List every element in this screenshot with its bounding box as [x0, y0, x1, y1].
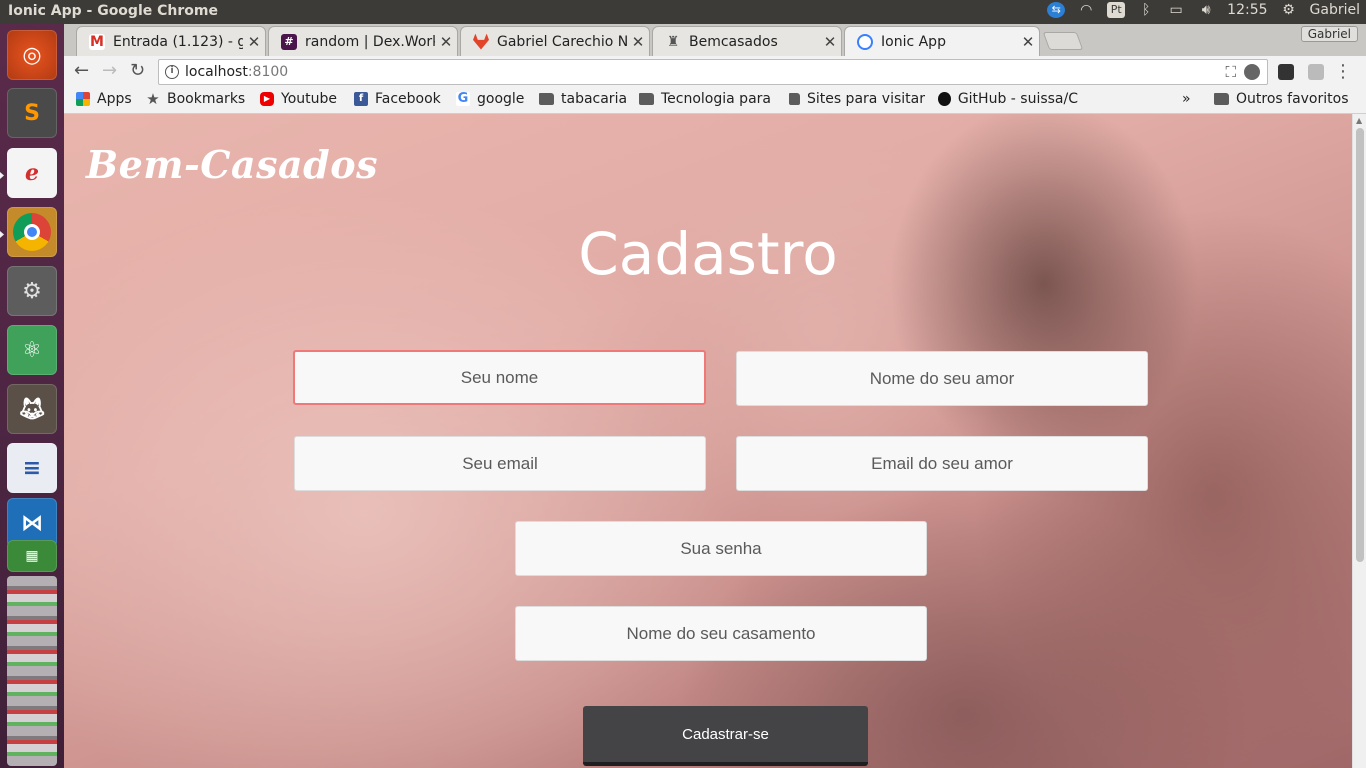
close-tab-icon[interactable]: ✕ [627, 33, 649, 51]
system-tray: ⇆ ◠ Pt ᛒ ▭ 🔊︎ 12:55 ⚙ Gabriel [1047, 2, 1360, 18]
ubuntu-logo-icon[interactable]: ◎ [7, 30, 57, 80]
tab-ionic-app[interactable]: Ionic App ✕ [844, 26, 1040, 56]
password-input[interactable] [515, 521, 927, 576]
bookmark-other-favorites[interactable]: Outros favoritos [1214, 91, 1349, 107]
keyboard-layout-indicator[interactable]: Pt [1107, 2, 1126, 18]
bookmark-apps[interactable]: Apps [76, 91, 132, 107]
top-panel: Ionic App - Google Chrome ⇆ ◠ Pt ᛒ ▭ 🔊︎ … [0, 0, 1366, 24]
battery-icon[interactable]: ▭ [1167, 2, 1185, 18]
address-bar[interactable]: i localhost:8100 ⛶ ☆ [158, 59, 1268, 85]
back-icon[interactable]: ← [74, 60, 89, 81]
tab-gmail[interactable]: M Entrada (1.123) - ga ✕ [76, 26, 266, 56]
partner-name-input[interactable] [736, 351, 1148, 406]
close-tab-icon[interactable]: ✕ [1017, 33, 1039, 51]
scroll-up-icon[interactable]: ▲ [1356, 116, 1362, 125]
email-input[interactable] [294, 436, 706, 491]
atom-icon[interactable]: ⚛ [7, 325, 57, 375]
apps-grid-icon [76, 92, 90, 106]
bookmarks-bar: Apps ★ Bookmarks ▶ Youtube f Facebook Ggoog… [64, 86, 1366, 114]
spreadsheet-icon[interactable]: ▦ [7, 540, 57, 572]
tab-slack[interactable]: # random | Dex.Work ✕ [268, 26, 458, 56]
wedding-name-input[interactable] [515, 606, 927, 661]
tab-gitlab[interactable]: Gabriel Carechio Ne ✕ [460, 26, 650, 56]
user-name[interactable]: Gabriel [1310, 2, 1360, 18]
browser-window: M Entrada (1.123) - ga ✕ # random | Dex.… [64, 24, 1366, 768]
gimp-icon[interactable]: 🦊︎ [7, 384, 57, 434]
url-host: localhost [185, 64, 248, 80]
ionic-icon [857, 33, 873, 50]
info-icon[interactable]: i [165, 65, 179, 79]
translate-icon[interactable]: ⛶ [1225, 63, 1236, 81]
folder-icon [639, 93, 654, 105]
bookmark-folder-sites[interactable]: Sites para visitar [789, 91, 925, 107]
cake-icon: ♜ [666, 33, 680, 50]
bluetooth-icon[interactable]: ᛒ [1137, 2, 1155, 18]
system-settings-icon[interactable]: ⚙ [7, 266, 57, 316]
browser-toolbar: ← → ↻ i localhost:8100 ⛶ ☆ ⋮ [64, 56, 1366, 86]
writer-icon[interactable]: ≡ [7, 443, 57, 493]
slack-icon: # [281, 33, 297, 50]
partner-email-input[interactable] [736, 436, 1148, 491]
google-icon: G [456, 91, 470, 106]
stacked-apps-icon[interactable] [7, 576, 57, 766]
facebook-icon: f [354, 92, 368, 106]
youtube-icon: ▶ [260, 92, 274, 106]
gitlab-icon [473, 33, 489, 50]
profile-button[interactable]: Gabriel [1300, 26, 1358, 42]
name-input[interactable] [293, 350, 706, 405]
bookmark-facebook[interactable]: f Facebook [354, 91, 441, 107]
chrome-menu-icon[interactable]: ⋮ [1334, 61, 1352, 82]
gear-icon[interactable]: ⚙ [1280, 2, 1298, 18]
extension-puzzle-icon[interactable] [1278, 64, 1294, 80]
volume-icon[interactable]: 🔊︎ [1197, 2, 1215, 18]
folder-icon [789, 93, 800, 105]
wifi-icon[interactable]: ◠ [1077, 2, 1095, 18]
tab-bemcasados[interactable]: ♜ Bemcasados ✕ [652, 26, 842, 56]
bookmark-bookmarks[interactable]: ★ Bookmarks [146, 91, 245, 107]
gmail-icon: M [89, 33, 105, 50]
close-tab-icon[interactable]: ✕ [819, 33, 841, 51]
brand-logo: Bem-Casados [86, 142, 378, 187]
teamviewer-icon[interactable]: ⇆ [1047, 2, 1066, 18]
bookmark-folder-tecnologia[interactable]: Tecnologia para [639, 91, 773, 107]
github-icon [938, 92, 951, 106]
bookmarks-overflow-button[interactable]: » [1182, 91, 1191, 107]
extension-cast-icon[interactable] [1308, 64, 1324, 80]
page-title: Cadastro [578, 220, 838, 288]
close-tab-icon[interactable]: ✕ [243, 33, 265, 51]
pdf-viewer-icon[interactable]: ℯ [7, 148, 57, 198]
page-viewport: Bem-Casados Cadastro Cadastrar-se [64, 114, 1352, 768]
folder-icon [539, 93, 554, 105]
reload-icon[interactable]: ↻ [130, 60, 145, 81]
star-icon: ★ [146, 90, 160, 108]
signup-button[interactable]: Cadastrar-se [583, 706, 868, 766]
scrollbar-thumb[interactable] [1356, 128, 1364, 562]
launcher: ◎ S ℯ ⚙ ⚛ 🦊︎ ≡ ⋈ ▦ [0, 24, 64, 768]
bookmark-github[interactable]: GitHub - suissa/C [938, 91, 1078, 107]
chrome-icon[interactable] [7, 207, 57, 257]
forward-icon[interactable]: → [102, 60, 117, 81]
clock[interactable]: 12:55 [1227, 2, 1267, 18]
bookmark-google[interactable]: Ggoogle [456, 91, 524, 107]
extension-gear-icon[interactable] [1244, 64, 1260, 80]
bookmark-folder-tabacaria[interactable]: tabacaria [539, 91, 627, 107]
window-title: Ionic App - Google Chrome [8, 3, 218, 19]
bookmark-youtube[interactable]: ▶ Youtube [260, 91, 337, 107]
tab-strip: M Entrada (1.123) - ga ✕ # random | Dex.… [64, 24, 1366, 56]
folder-icon [1214, 93, 1229, 105]
url-port: :8100 [247, 64, 289, 80]
close-tab-icon[interactable]: ✕ [435, 33, 457, 51]
page-scrollbar[interactable]: ▲ [1352, 114, 1366, 768]
sublime-text-icon[interactable]: S [7, 88, 57, 138]
new-tab-button[interactable] [1042, 32, 1084, 50]
